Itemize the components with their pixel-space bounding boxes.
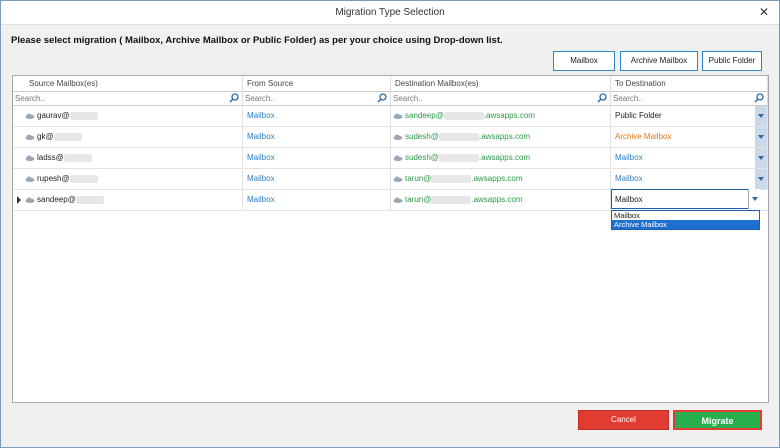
redacted-text bbox=[53, 132, 82, 141]
destination-domain: .awsapps.com bbox=[471, 195, 523, 204]
table-row[interactable]: gk@ Mailbox sudesh@ .awsapps.com Archive … bbox=[13, 127, 768, 148]
header-source-mailboxes[interactable]: Source Mailbox(es) bbox=[13, 76, 243, 92]
destination-cell: tarun@ .awsapps.com bbox=[391, 169, 611, 189]
destination-user: tarun@ bbox=[405, 195, 432, 204]
source-email: gaurav@ bbox=[37, 111, 70, 120]
chevron-down-icon[interactable] bbox=[755, 169, 767, 189]
cloud-icon bbox=[25, 176, 35, 182]
mailbox-button[interactable]: Mailbox bbox=[553, 51, 615, 71]
header-destination-mailboxes[interactable]: Destination Mailbox(es) bbox=[391, 76, 611, 92]
chevron-down-icon[interactable] bbox=[748, 189, 760, 209]
cloud-icon bbox=[393, 176, 403, 182]
cloud-icon bbox=[393, 113, 403, 119]
to-destination-value: Archive Mailbox bbox=[615, 132, 672, 141]
destination-user: tarun@ bbox=[405, 174, 432, 183]
search-destination-field[interactable] bbox=[391, 92, 611, 106]
chevron-down-icon[interactable] bbox=[755, 106, 767, 126]
cloud-icon bbox=[393, 134, 403, 140]
destination-domain: .awsapps.com bbox=[471, 174, 523, 183]
redacted-text bbox=[75, 195, 104, 204]
source-email: rupesh@ bbox=[37, 174, 70, 183]
redacted-text bbox=[69, 174, 98, 183]
redacted-text bbox=[63, 153, 92, 162]
public-folder-button[interactable]: Public Folder bbox=[702, 51, 762, 71]
close-icon[interactable]: ✕ bbox=[759, 5, 769, 19]
search-destination-input[interactable] bbox=[391, 92, 610, 105]
table-row[interactable]: rupesh@ Mailbox tarun@ .awsapps.com Mailb… bbox=[13, 169, 768, 190]
to-destination-value: Mailbox bbox=[615, 153, 643, 162]
cloud-icon bbox=[25, 113, 35, 119]
destination-user: sudesh@ bbox=[405, 153, 439, 162]
destination-user: sandeep@ bbox=[405, 111, 444, 120]
search-from-input[interactable] bbox=[243, 92, 390, 105]
to-destination-value: Mailbox bbox=[615, 174, 643, 183]
destination-domain: .awsapps.com bbox=[478, 132, 531, 141]
redacted-text bbox=[438, 132, 479, 141]
redacted-text bbox=[431, 195, 472, 204]
to-destination-value: Mailbox bbox=[615, 195, 643, 204]
destination-cell: sandeep@ .awsapps.com bbox=[391, 106, 611, 126]
from-source-cell: Mailbox bbox=[243, 169, 391, 189]
cancel-button[interactable]: Cancel bbox=[578, 410, 669, 430]
dropdown-option-mailbox[interactable]: Mailbox bbox=[612, 211, 759, 220]
destination-user: sudesh@ bbox=[405, 132, 439, 141]
header-to-destination[interactable]: To Destination bbox=[611, 76, 768, 92]
destination-domain: .awsapps.com bbox=[478, 153, 531, 162]
table-row[interactable]: ladss@ Mailbox sudesh@ .awsapps.com Mailb… bbox=[13, 148, 768, 169]
source-email: sandeep@ bbox=[37, 195, 76, 204]
migration-dialog: Migration Type Selection ✕ Please select… bbox=[0, 0, 780, 448]
search-icon bbox=[229, 93, 239, 103]
cloud-icon bbox=[25, 134, 35, 140]
title-bar: Migration Type Selection ✕ bbox=[1, 1, 779, 25]
destination-domain: .awsapps.com bbox=[483, 111, 535, 120]
cloud-icon bbox=[393, 197, 403, 203]
search-source-input[interactable] bbox=[13, 92, 242, 105]
search-icon bbox=[377, 93, 387, 103]
chevron-down-icon[interactable] bbox=[755, 148, 767, 168]
source-email: gk@ bbox=[37, 132, 54, 141]
mailbox-grid: Source Mailbox(es) From Source Destinati… bbox=[12, 75, 769, 403]
migrate-button[interactable]: Migrate bbox=[673, 410, 762, 430]
source-cell: gk@ bbox=[13, 127, 243, 147]
redacted-text bbox=[431, 174, 472, 183]
header-from-source[interactable]: From Source bbox=[243, 76, 391, 92]
destination-cell: tarun@ .awsapps.com bbox=[391, 190, 611, 210]
search-icon bbox=[597, 93, 607, 103]
chevron-down-icon[interactable] bbox=[755, 127, 767, 147]
archive-mailbox-button[interactable]: Archive Mailbox bbox=[620, 51, 698, 71]
source-cell: gaurav@ bbox=[13, 106, 243, 126]
redacted-text bbox=[443, 111, 484, 120]
source-cell: sandeep@ bbox=[13, 190, 243, 210]
from-source-cell: Mailbox bbox=[243, 127, 391, 147]
dropdown-options-list: Mailbox Archive Mailbox bbox=[611, 210, 760, 230]
table-row[interactable]: gaurav@ Mailbox sandeep@ .awsapps.com Pub… bbox=[13, 106, 768, 127]
dropdown-option-archive-mailbox[interactable]: Archive Mailbox bbox=[612, 220, 759, 229]
destination-cell: sudesh@ .awsapps.com bbox=[391, 127, 611, 147]
cloud-icon bbox=[393, 155, 403, 161]
source-cell: rupesh@ bbox=[13, 169, 243, 189]
to-destination-dropdown[interactable]: Archive Mailbox bbox=[611, 127, 768, 147]
to-destination-dropdown[interactable]: Public Folder bbox=[611, 106, 768, 126]
from-source-cell: Mailbox bbox=[243, 190, 391, 210]
destination-cell: sudesh@ .awsapps.com bbox=[391, 148, 611, 168]
from-source-cell: Mailbox bbox=[243, 106, 391, 126]
to-destination-dropdown-active[interactable]: Mailbox bbox=[611, 189, 760, 209]
search-source-field[interactable] bbox=[13, 92, 243, 106]
search-icon bbox=[754, 93, 764, 103]
to-destination-value: Public Folder bbox=[615, 111, 662, 120]
redacted-text bbox=[438, 153, 479, 162]
to-destination-dropdown[interactable]: Mailbox bbox=[611, 169, 768, 189]
source-cell: ladss@ bbox=[13, 148, 243, 168]
search-to-input[interactable] bbox=[611, 92, 767, 105]
source-email: ladss@ bbox=[37, 153, 64, 162]
from-source-cell: Mailbox bbox=[243, 148, 391, 168]
search-to-field[interactable] bbox=[611, 92, 768, 106]
to-destination-dropdown[interactable]: Mailbox bbox=[611, 148, 768, 168]
redacted-text bbox=[69, 111, 98, 120]
cloud-icon bbox=[25, 197, 35, 203]
search-from-field[interactable] bbox=[243, 92, 391, 106]
instruction-text: Please select migration ( Mailbox, Archi… bbox=[11, 35, 503, 46]
window-title: Migration Type Selection bbox=[335, 7, 445, 18]
cloud-icon bbox=[25, 155, 35, 161]
